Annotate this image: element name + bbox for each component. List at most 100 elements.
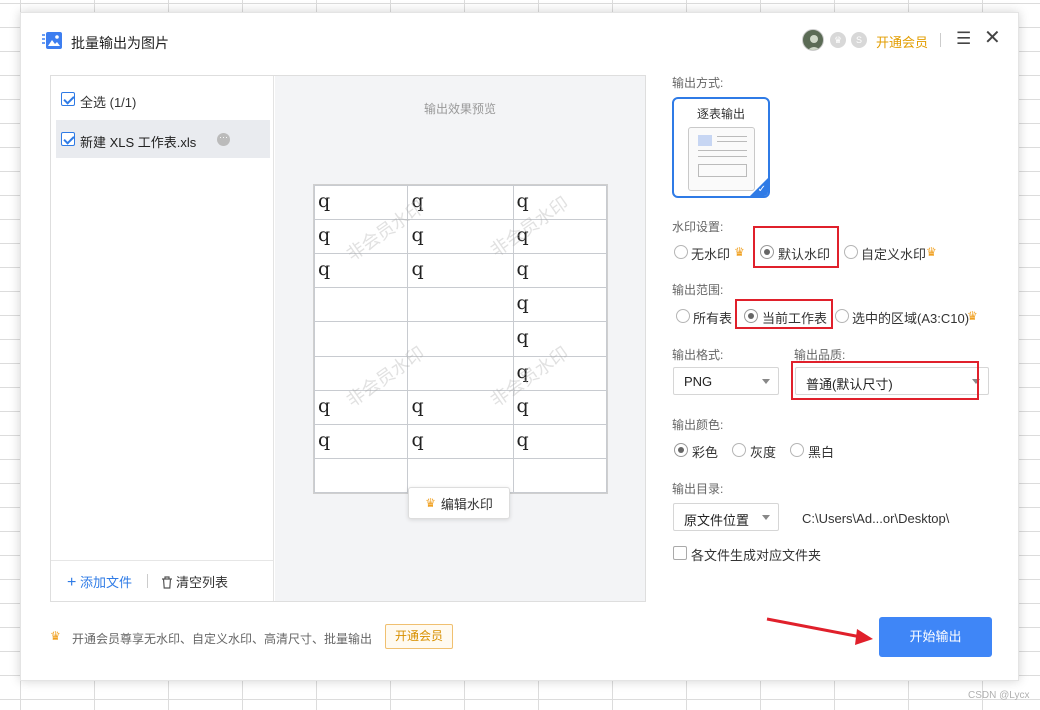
watermark-setting-label: 水印设置:: [672, 220, 724, 234]
table-cell: q: [512, 287, 608, 323]
add-file-label: 添加文件: [79, 575, 132, 590]
footer-divider: [147, 574, 148, 588]
credit-watermark: CSDN @Lycx: [968, 690, 1030, 701]
table-cell: [407, 355, 514, 391]
subfolder-label: 各文件生成对应文件夹: [691, 548, 822, 563]
table-cell: q: [313, 389, 409, 425]
table-cell: [407, 287, 514, 323]
select-all-checkbox[interactable]: [61, 92, 75, 106]
table-cell: [407, 321, 514, 357]
select-value: PNG: [684, 374, 713, 389]
more-options-icon[interactable]: ···: [217, 133, 230, 146]
crown-icon: ♛: [734, 245, 745, 259]
option-label: 灰度: [750, 445, 777, 460]
table-cell: q: [512, 389, 608, 425]
table-row: qqq: [313, 389, 608, 425]
radio-button[interactable]: [744, 309, 758, 323]
start-export-button[interactable]: 开始输出: [879, 617, 992, 657]
file-and-preview-panel: 全选 (1/1) 新建 XLS 工作表.xls ··· + 添加文件 清空列表: [50, 75, 646, 602]
header-vip-link[interactable]: 开通会员: [876, 32, 928, 51]
table-row: q: [313, 355, 608, 391]
output-mode-option-label: 逐表输出: [696, 107, 745, 121]
user-avatar[interactable]: [802, 29, 824, 51]
radio-button[interactable]: [732, 443, 746, 457]
table-row: q: [313, 287, 608, 323]
preview-area: 输出效果预览 qqqqqqqqqqqqqqqqqq 非会员水印 非会员水印 非会…: [275, 76, 645, 601]
table-cell: [313, 457, 409, 494]
annotation-highlight: [791, 361, 979, 400]
option-label: 当前工作表: [762, 311, 828, 326]
crown-icon: ♛: [926, 245, 937, 259]
header-divider: [940, 33, 941, 47]
option-label: 自定义水印: [861, 247, 927, 262]
table-cell: q: [512, 423, 608, 459]
select-value: 原文件位置: [684, 513, 750, 528]
table-cell: q: [512, 253, 608, 289]
radio-button[interactable]: [674, 443, 688, 457]
table-row: q: [313, 321, 608, 357]
batch-export-dialog: 批量输出为图片 ♛ S 开通会员 ☰ ✕ 全选 (1/1) 新建 XLS 工作表…: [20, 12, 1019, 681]
output-color-label: 输出颜色:: [672, 418, 724, 432]
edit-watermark-button[interactable]: ♛ 编辑水印: [408, 487, 510, 519]
open-vip-button[interactable]: 开通会员: [385, 624, 453, 649]
file-list-footer: + 添加文件 清空列表: [51, 560, 273, 600]
table-cell: q: [313, 253, 409, 289]
radio-button[interactable]: [835, 309, 849, 323]
table-row: qqq: [313, 253, 608, 289]
radio-button[interactable]: [760, 245, 774, 259]
crown-icon: ♛: [50, 629, 61, 643]
super-vip-badge-icon[interactable]: S: [851, 32, 867, 48]
radio-button[interactable]: [676, 309, 690, 323]
file-checkbox[interactable]: [61, 132, 75, 146]
table-cell: [313, 287, 409, 323]
table-cell: [313, 355, 409, 391]
option-label: 选中的区域(A3:C10): [852, 311, 970, 326]
chevron-down-icon: [762, 379, 770, 384]
chevron-down-icon: [762, 515, 770, 520]
select-all-label[interactable]: 全选 (1/1): [80, 92, 136, 111]
subfolder-checkbox[interactable]: [673, 546, 687, 560]
output-directory-label: 输出目录:: [672, 482, 724, 496]
table-cell: q: [313, 184, 409, 221]
crown-icon: ♛: [425, 496, 436, 510]
add-file-button[interactable]: + 添加文件: [67, 572, 132, 591]
output-directory-select[interactable]: 原文件位置: [673, 503, 779, 531]
image-export-icon: [42, 32, 62, 49]
table-cell: q: [512, 219, 608, 255]
clear-list-button[interactable]: 清空列表: [161, 572, 228, 591]
table-row: qqq: [313, 423, 608, 459]
table-cell: q: [407, 423, 514, 459]
file-list: 全选 (1/1) 新建 XLS 工作表.xls ··· + 添加文件 清空列表: [51, 76, 274, 601]
option-label: 无水印: [691, 247, 731, 262]
output-path[interactable]: C:\Users\Ad...or\Desktop\: [802, 511, 949, 526]
vip-badge-icon[interactable]: ♛: [830, 32, 846, 48]
check-mark-icon: ✓: [757, 184, 766, 195]
table-cell: q: [407, 219, 514, 255]
table-cell: q: [313, 423, 409, 459]
clear-list-label: 清空列表: [176, 575, 229, 590]
option-label: 黑白: [808, 445, 835, 460]
annotation-arrow: [766, 617, 873, 645]
radio-button[interactable]: [674, 245, 688, 259]
dialog-title: 批量输出为图片: [71, 35, 169, 51]
trash-icon: [162, 576, 172, 589]
table-cell: [512, 457, 608, 494]
edit-watermark-label: 编辑水印: [440, 496, 493, 512]
table-cell: q: [512, 184, 608, 221]
plus-icon: +: [67, 574, 77, 591]
output-format-label: 输出格式:: [672, 348, 724, 362]
close-icon[interactable]: ✕: [984, 28, 1002, 48]
table-cell: q: [313, 219, 409, 255]
output-format-select[interactable]: PNG: [673, 367, 779, 395]
radio-button[interactable]: [844, 245, 858, 259]
preview-sheet: qqqqqqqqqqqqqqqqqq 非会员水印 非会员水印 非会员水印 非会员…: [313, 184, 608, 494]
file-name: 新建 XLS 工作表.xls: [80, 135, 197, 150]
option-label: 所有表: [693, 311, 733, 326]
output-mode-per-sheet-card[interactable]: 逐表输出 ✓: [672, 97, 770, 198]
radio-button[interactable]: [790, 443, 804, 457]
list-item[interactable]: 新建 XLS 工作表.xls ···: [56, 120, 270, 158]
option-label: 彩色: [692, 445, 719, 460]
table-cell: q: [407, 253, 514, 289]
menu-icon[interactable]: ☰: [956, 30, 972, 48]
option-label: 默认水印: [778, 247, 831, 262]
